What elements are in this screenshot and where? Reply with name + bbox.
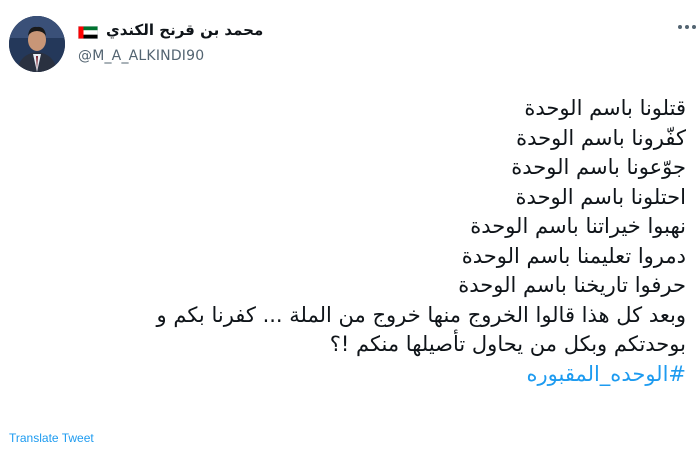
- tweet-line: قتلونا باسم الوحدة: [524, 96, 686, 120]
- author-handle[interactable]: @M_A_ALKINDI90: [78, 48, 263, 64]
- hashtag-link[interactable]: #الوحده_المقبوره: [26, 360, 686, 390]
- more-dots-icon[interactable]: [676, 16, 698, 38]
- translate-tweet-link[interactable]: Translate Tweet: [9, 431, 94, 445]
- tweet-line: وبعد كل هذا قالوا الخروج منها خروج من ال…: [156, 302, 686, 327]
- tweet-line: نهبوا خيراتنا باسم الوحدة: [470, 214, 686, 238]
- tweet-header: محمد بن قرنح الكندي @M_A_ALKINDI90: [0, 0, 700, 80]
- tweet-line: دمروا تعليمنا باسم الوحدة: [461, 243, 686, 268]
- tweet-line: حرفوا تاريخنا باسم الوحدة: [458, 273, 686, 297]
- tweet-line: بوحدتكم وبكل من يحاول تأصيلها منكم !؟: [329, 332, 686, 356]
- tweet-line: جوّعونا باسم الوحدة: [511, 155, 686, 179]
- tweet-line: كفّرونا باسم الوحدة: [516, 125, 686, 150]
- author-display-name[interactable]: محمد بن قرنح الكندي: [106, 21, 263, 39]
- tweet-line: احتلونا باسم الوحدة: [515, 184, 686, 209]
- tweet-text: قتلونا باسم الوحدة كفّرونا باسم الوحدة ج…: [26, 94, 686, 389]
- uae-flag-icon: [78, 24, 98, 39]
- profile-avatar[interactable]: [9, 16, 65, 72]
